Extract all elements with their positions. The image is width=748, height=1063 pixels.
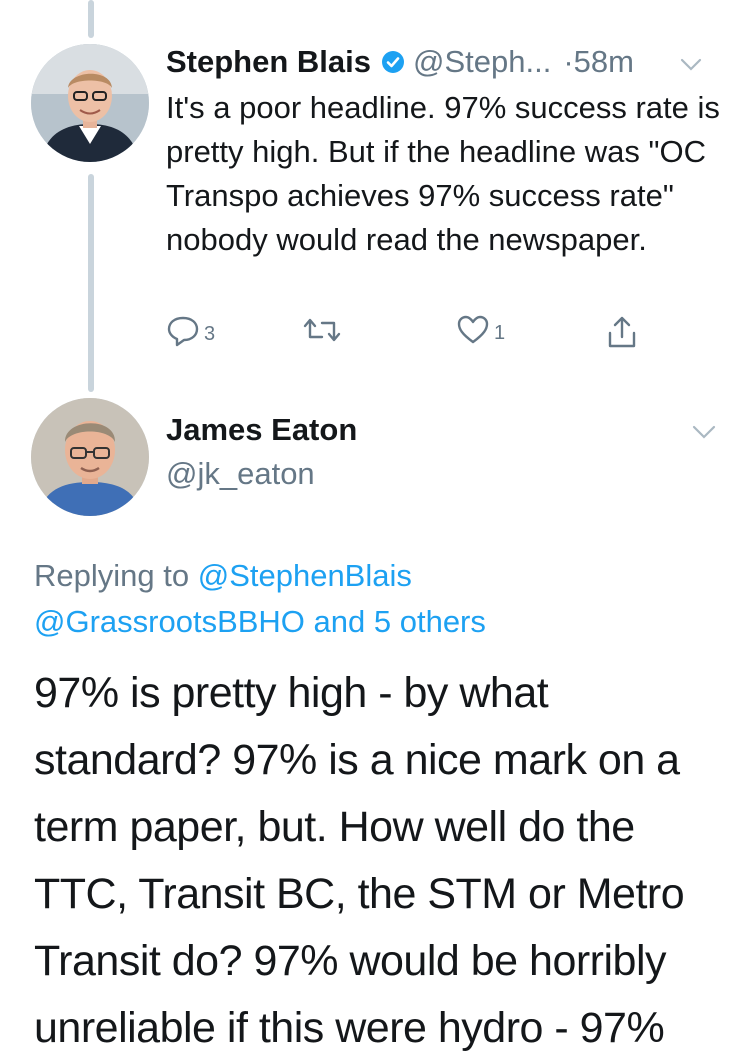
- tweet1-text: It's a poor headline. 97% success rate i…: [166, 90, 720, 257]
- heart-icon: [456, 315, 490, 351]
- thread-line-bottom: [88, 174, 94, 392]
- chevron-down-icon[interactable]: [692, 424, 716, 445]
- replying-to-line: Replying to @StephenBlais @GrassrootsBBH…: [34, 553, 734, 645]
- replying-to-mention[interactable]: @StephenBlais: [198, 558, 412, 593]
- chevron-down-icon[interactable]: [680, 44, 702, 80]
- like-count: 1: [494, 321, 506, 344]
- author-name[interactable]: Stephen Blais: [166, 44, 371, 80]
- author-handle[interactable]: @jk_eaton: [166, 456, 315, 492]
- like-button[interactable]: 1: [456, 315, 505, 351]
- retweet-button[interactable]: [302, 315, 342, 351]
- thread-line-top: [88, 0, 94, 38]
- replying-to-prefix: Replying to: [34, 558, 198, 593]
- tweet2-text: 97% is pretty high - by what standard? 9…: [34, 669, 685, 1052]
- avatar-james-eaton[interactable]: [31, 398, 149, 516]
- author-handle[interactable]: @Steph...: [413, 44, 551, 80]
- retweet-icon: [302, 315, 342, 351]
- reply-button[interactable]: 3: [166, 315, 215, 353]
- tweet1-header: Stephen Blais @Steph... ·58m: [166, 40, 726, 84]
- tweet1-actions: 3 1: [166, 315, 666, 359]
- share-button[interactable]: [606, 315, 638, 355]
- tweet-timestamp[interactable]: ·58m: [563, 44, 634, 80]
- avatar-stephen-blais[interactable]: [31, 44, 149, 162]
- reply-count: 3: [204, 322, 216, 345]
- verified-badge-icon: [381, 50, 405, 74]
- share-icon: [606, 315, 638, 355]
- author-name[interactable]: James Eaton: [166, 412, 357, 448]
- reply-icon: [166, 315, 200, 353]
- replying-to-others[interactable]: @GrassrootsBBHO and 5 others: [34, 604, 486, 639]
